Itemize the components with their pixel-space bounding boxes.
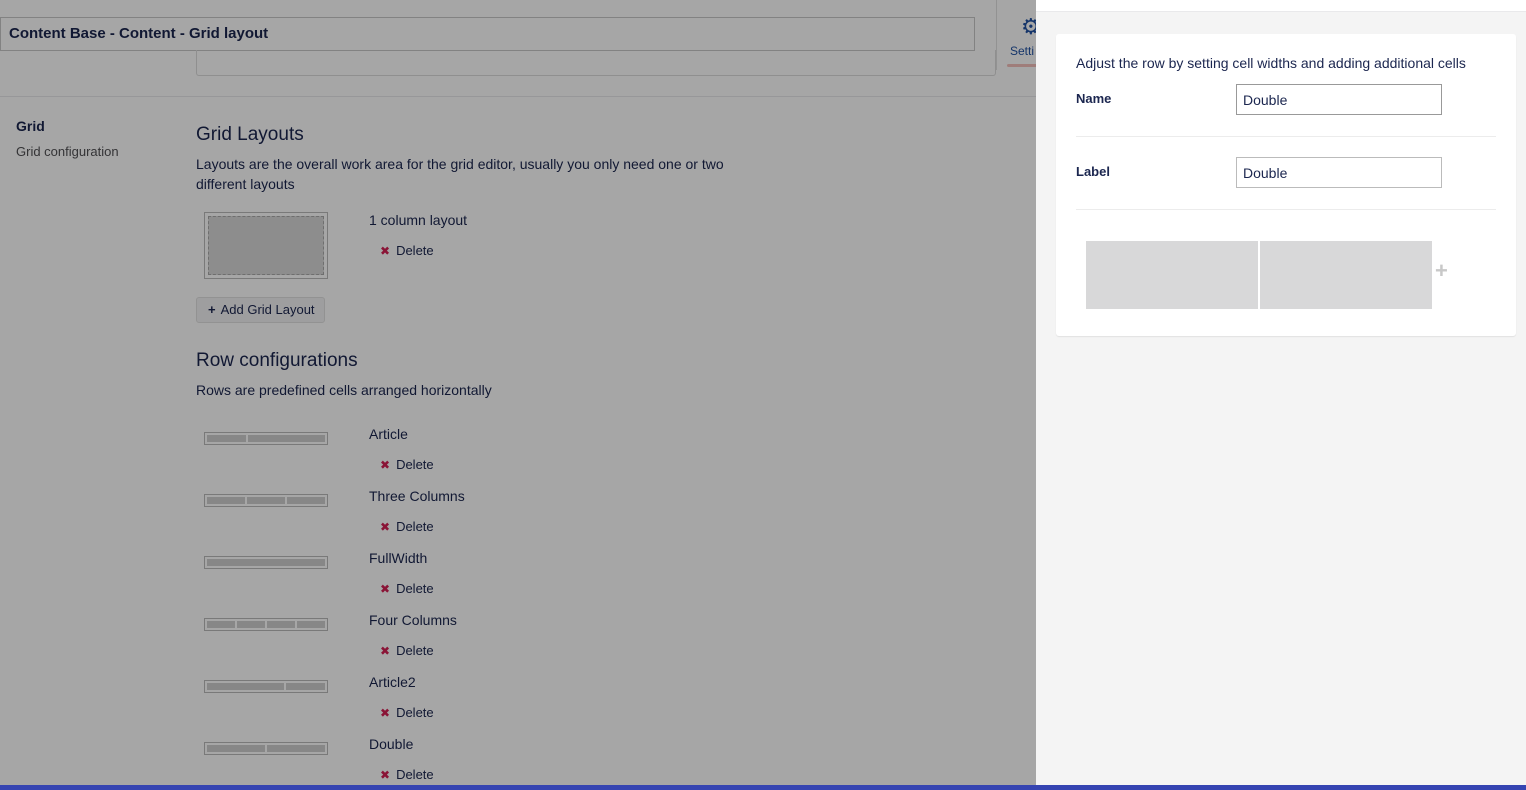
label-input[interactable] <box>1236 157 1442 188</box>
row-editor-box: Adjust the row by setting cell widths an… <box>1056 34 1516 336</box>
modal-backdrop[interactable] <box>0 0 1036 790</box>
panel-header <box>1036 0 1526 12</box>
form-divider <box>1076 136 1496 137</box>
row-cell[interactable] <box>1086 241 1258 309</box>
grid-editor: Content Base - Content - Grid layout ⚙ S… <box>0 0 1036 790</box>
name-label: Name <box>1076 91 1112 106</box>
panel-description: Adjust the row by setting cell widths an… <box>1076 55 1466 71</box>
row-settings-panel: Adjust the row by setting cell widths an… <box>1036 0 1526 785</box>
row-cell[interactable] <box>1260 241 1432 309</box>
form-divider <box>1076 209 1496 210</box>
row-cells-editor <box>1086 241 1432 309</box>
label-label: Label <box>1076 164 1110 179</box>
add-cell-button[interactable]: + <box>1435 258 1448 284</box>
bottom-accent-bar <box>0 785 1526 790</box>
name-input[interactable] <box>1236 84 1442 115</box>
